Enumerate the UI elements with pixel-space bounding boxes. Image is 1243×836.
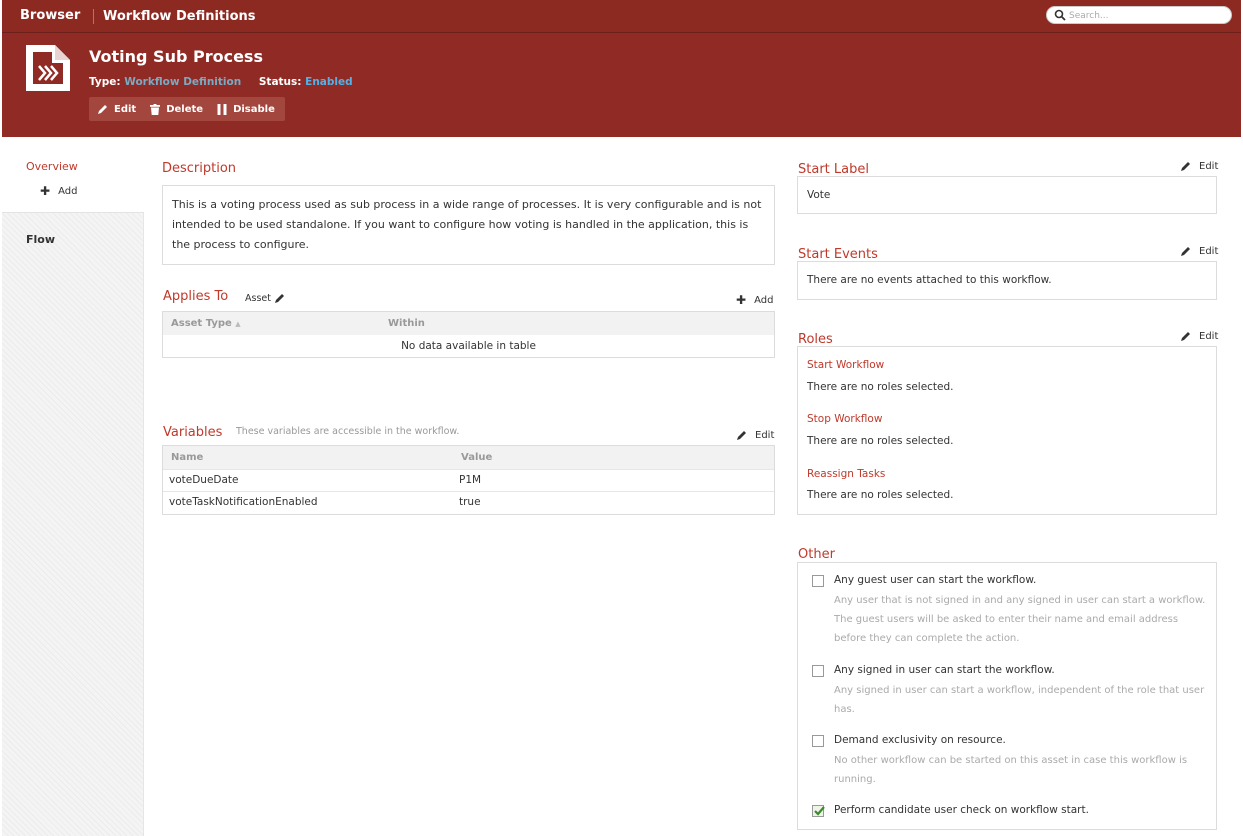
applies-to-add-button[interactable]: ✚ Add: [736, 293, 773, 307]
variables-table: Name Value voteDueDate P1M voteTaskNotif…: [162, 445, 775, 515]
signed-in-start-checkbox[interactable]: [812, 665, 824, 677]
start-label-edit-button[interactable]: Edit: [1180, 161, 1218, 172]
workflow-document-icon: [26, 45, 70, 91]
role-start-workflow-value: There are no roles selected.: [807, 381, 954, 393]
plus-icon: ✚: [40, 184, 51, 198]
variables-edit-label: Edit: [755, 430, 775, 441]
guest-start-label: Any guest user can start the workflow.: [834, 574, 1037, 586]
start-label-value: Vote: [807, 189, 831, 201]
start-label-title: Start Label: [798, 162, 869, 177]
type-label: Type:: [89, 76, 121, 88]
search-input[interactable]: [1069, 8, 1227, 23]
start-events-title: Start Events: [798, 247, 878, 262]
breadcrumb-workflow-definitions[interactable]: Workflow Definitions: [103, 9, 256, 24]
roles-box: Start Workflow There are no roles select…: [797, 346, 1217, 515]
roles-title: Roles: [798, 332, 833, 347]
description-text: This is a voting process used as sub pro…: [172, 198, 762, 251]
other-box: Any guest user can start the workflow. A…: [797, 562, 1217, 830]
checkmark-icon: [814, 806, 825, 816]
edit-button[interactable]: Edit: [97, 104, 136, 115]
variables-title: Variables: [163, 425, 223, 440]
type-value-link[interactable]: Workflow Definition: [124, 76, 241, 88]
header-meta: Type: Workflow Definition Status: Enable…: [89, 76, 353, 88]
delete-button-label: Delete: [166, 103, 204, 115]
start-label-edit-label: Edit: [1199, 161, 1219, 172]
page-title: Voting Sub Process: [89, 47, 263, 66]
edit-button-label: Edit: [114, 103, 137, 115]
sidebar-add-label: Add: [58, 185, 78, 197]
top-navbar: Browser Workflow Definitions: [2, 0, 1241, 33]
plus-icon: ✚: [736, 293, 747, 307]
pause-icon: [217, 103, 227, 115]
pencil-icon: [737, 431, 746, 440]
column-header-asset-type[interactable]: Asset Type ▲: [163, 312, 380, 335]
variable-value: true: [453, 490, 774, 513]
role-reassign-tasks-value: There are no roles selected.: [807, 489, 954, 501]
exclusivity-label: Demand exclusivity on resource.: [834, 734, 1006, 746]
pencil-icon: [274, 294, 284, 303]
roles-edit-label: Edit: [1199, 331, 1219, 342]
disable-button-label: Disable: [233, 103, 275, 115]
role-stop-workflow-value: There are no roles selected.: [807, 435, 954, 447]
nav-separator: [93, 9, 94, 24]
variable-name: voteTaskNotificationEnabled: [163, 490, 453, 513]
status-value: Enabled: [305, 76, 353, 88]
pencil-icon: [1181, 332, 1190, 341]
sidebar-item-overview[interactable]: Overview: [26, 160, 78, 173]
column-header-name[interactable]: Name: [163, 446, 453, 469]
candidate-check-label: Perform candidate user check on workflow…: [834, 804, 1089, 816]
signed-in-start-label: Any signed in user can start the workflo…: [834, 664, 1055, 676]
search-icon: [1054, 9, 1066, 21]
disable-button[interactable]: Disable: [217, 103, 275, 115]
delete-button[interactable]: Delete: [150, 103, 204, 115]
sidebar-add-button[interactable]: ✚ Add: [40, 184, 77, 198]
pencil-icon: [98, 104, 107, 114]
applies-to-add-label: Add: [754, 294, 774, 306]
search-box[interactable]: [1046, 6, 1232, 24]
table-row: voteDueDate P1M: [163, 468, 774, 491]
start-label-box: Vote: [797, 176, 1217, 214]
start-events-edit-button[interactable]: Edit: [1180, 246, 1218, 257]
role-start-workflow-title: Start Workflow: [807, 359, 885, 371]
signed-in-start-description: Any signed in user can start a workflow,…: [834, 685, 1205, 715]
candidate-check-checkbox[interactable]: [812, 805, 825, 817]
guest-start-description: Any user that is not signed in and any s…: [834, 595, 1206, 644]
asset-tag-label: Asset: [245, 293, 271, 304]
role-stop-workflow-title: Stop Workflow: [807, 413, 883, 425]
empty-table-message: No data available in table: [401, 340, 536, 352]
sidebar-item-flow[interactable]: Flow: [26, 233, 55, 246]
column-header-value[interactable]: Value: [453, 446, 774, 469]
header-actions: Edit Delete Disable: [89, 97, 285, 121]
status-label: Status:: [258, 76, 302, 88]
description-box: This is a voting process used as sub pro…: [162, 185, 775, 265]
start-events-value: There are no events attached to this wor…: [807, 274, 1052, 286]
exclusivity-description: No other workflow can be started on this…: [834, 755, 1188, 785]
variable-name: voteDueDate: [163, 468, 453, 491]
description-title: Description: [162, 161, 237, 176]
page-header: Voting Sub Process Type: Workflow Defini…: [2, 33, 1241, 137]
variables-note: These variables are accessible in the wo…: [236, 426, 460, 437]
table-row: voteTaskNotificationEnabled true: [163, 490, 774, 513]
pencil-icon: [1181, 247, 1190, 256]
column-header-within[interactable]: Within: [380, 312, 774, 335]
guest-start-checkbox[interactable]: [812, 575, 824, 587]
browser-link[interactable]: Browser: [20, 8, 80, 23]
trash-icon: [150, 103, 161, 115]
roles-edit-button[interactable]: Edit: [1180, 331, 1218, 342]
applies-to-table: Asset Type ▲ Within No data available in…: [162, 311, 775, 358]
variable-value: P1M: [453, 468, 774, 491]
other-title: Other: [798, 547, 835, 562]
exclusivity-checkbox[interactable]: [812, 735, 824, 747]
applies-to-title: Applies To: [163, 289, 229, 304]
sidebar: Overview ✚ Add Flow: [2, 150, 144, 836]
applies-to-asset-tag[interactable]: Asset: [245, 293, 285, 304]
start-events-edit-label: Edit: [1199, 246, 1219, 257]
pencil-icon: [1181, 162, 1190, 171]
start-events-box: There are no events attached to this wor…: [797, 261, 1217, 300]
variables-edit-button[interactable]: Edit: [736, 430, 774, 441]
role-reassign-tasks-title: Reassign Tasks: [807, 468, 886, 480]
